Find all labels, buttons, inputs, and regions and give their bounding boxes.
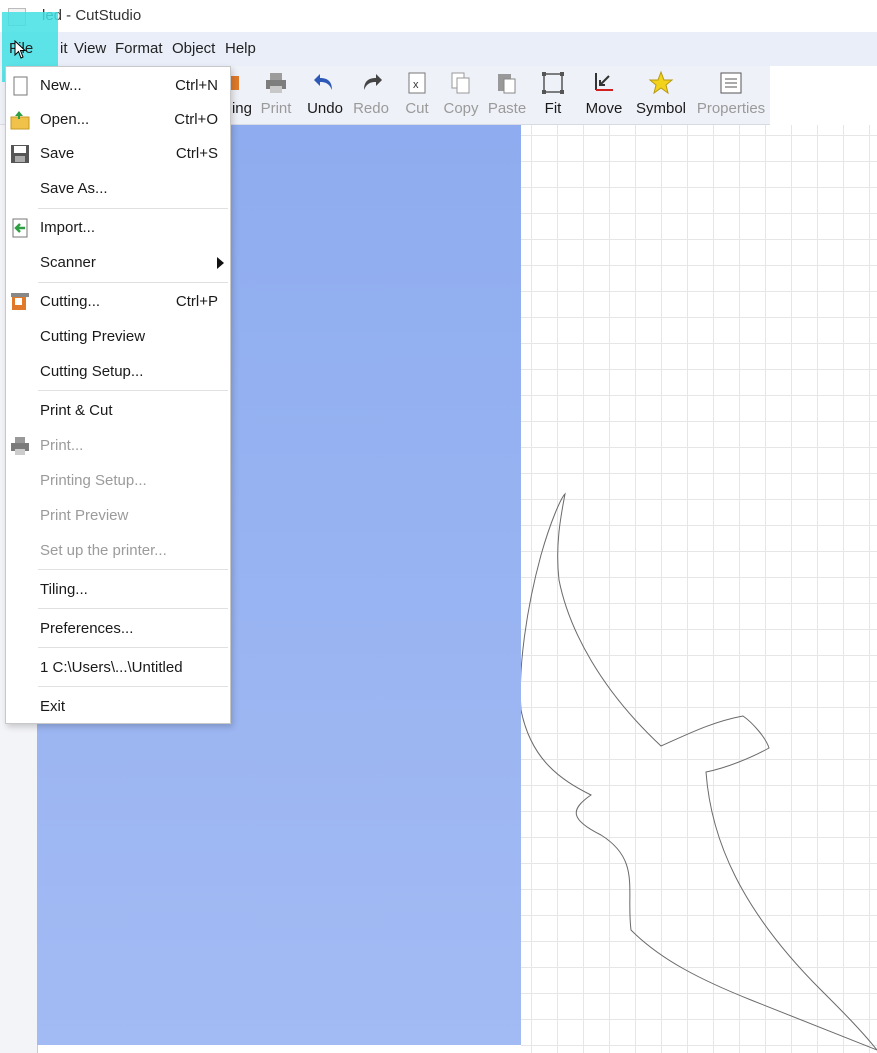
paste-button[interactable]: Paste <box>486 66 528 124</box>
copy-icon <box>451 72 470 94</box>
menu-item-setup-printer: Set up the printer... <box>40 542 167 559</box>
menu-item-scanner[interactable]: Scanner <box>6 246 230 280</box>
menu-bar: it View Format Object Help <box>0 32 877 66</box>
menu-item-import[interactable]: Import... <box>6 211 230 245</box>
symbol-button[interactable]: Symbol <box>634 66 688 124</box>
menu-object[interactable]: Object <box>172 40 215 57</box>
menu-separator <box>38 608 228 609</box>
menu-item-save-as[interactable]: Save As... <box>6 172 230 206</box>
cut-icon: x <box>408 72 426 94</box>
fit-icon <box>542 72 564 94</box>
move-button[interactable]: Move <box>582 66 626 124</box>
cut-button[interactable]: x Cut <box>400 66 434 124</box>
menu-separator <box>38 647 228 648</box>
menu-edit[interactable]: it <box>60 40 68 57</box>
menu-item-save[interactable]: Save Ctrl+S <box>6 137 230 171</box>
printer-icon <box>11 437 29 455</box>
menu-help[interactable]: Help <box>225 40 256 57</box>
menu-separator <box>38 569 228 570</box>
menu-item-exit[interactable]: Exit <box>6 690 230 724</box>
menu-separator <box>38 686 228 687</box>
menu-item-tiling[interactable]: Tiling... <box>6 573 230 607</box>
title-bar: led - CutStudio <box>0 0 877 32</box>
undo-icon <box>314 74 332 90</box>
fit-button[interactable]: Fit <box>536 66 570 124</box>
properties-button[interactable]: Properties <box>694 66 768 124</box>
cutting-icon <box>11 293 29 310</box>
menu-item-cutting[interactable]: Cutting... Ctrl+P <box>6 285 230 319</box>
menu-item-cutting-setup[interactable]: Cutting Setup... <box>6 355 230 389</box>
save-disk-icon <box>11 145 29 163</box>
undo-button[interactable]: Undo <box>303 66 347 124</box>
submenu-arrow-icon <box>217 257 224 269</box>
menu-item-print-preview: Print Preview <box>40 507 129 524</box>
menu-item-print: Print... <box>6 429 230 463</box>
new-file-icon <box>13 76 28 96</box>
import-icon <box>12 218 28 238</box>
redo-icon <box>364 74 382 90</box>
menu-item-cutting-preview[interactable]: Cutting Preview <box>6 320 230 354</box>
open-folder-icon <box>10 111 30 130</box>
menu-separator <box>38 390 228 391</box>
svg-text:x: x <box>413 79 419 91</box>
printer-icon <box>266 73 286 93</box>
menu-item-print-cut[interactable]: Print & Cut <box>6 394 230 428</box>
menu-item-printing-setup: Printing Setup... <box>40 472 147 489</box>
menu-view[interactable]: View <box>74 40 106 57</box>
menu-item-open[interactable]: Open... Ctrl+O <box>6 103 230 137</box>
menu-format[interactable]: Format <box>115 40 163 57</box>
menu-separator <box>38 208 228 209</box>
bird-outline-shape[interactable] <box>521 490 877 1053</box>
menu-item-new[interactable]: New... Ctrl+N <box>6 69 230 103</box>
print-tool-button[interactable]: Print <box>256 66 296 124</box>
properties-icon <box>720 72 742 94</box>
menu-item-recent-file[interactable]: 1 C:\Users\...\Untitled <box>6 651 230 685</box>
file-menu-dropdown: New... Ctrl+N Open... Ctrl+O Save Ctrl+S… <box>5 66 231 724</box>
mouse-cursor-icon <box>14 40 27 59</box>
copy-button[interactable]: Copy <box>440 66 482 124</box>
star-icon <box>648 70 674 95</box>
menu-item-preferences[interactable]: Preferences... <box>6 612 230 646</box>
move-icon <box>595 73 613 91</box>
paste-icon <box>498 74 516 94</box>
redo-button[interactable]: Redo <box>350 66 392 124</box>
menu-separator <box>38 282 228 283</box>
